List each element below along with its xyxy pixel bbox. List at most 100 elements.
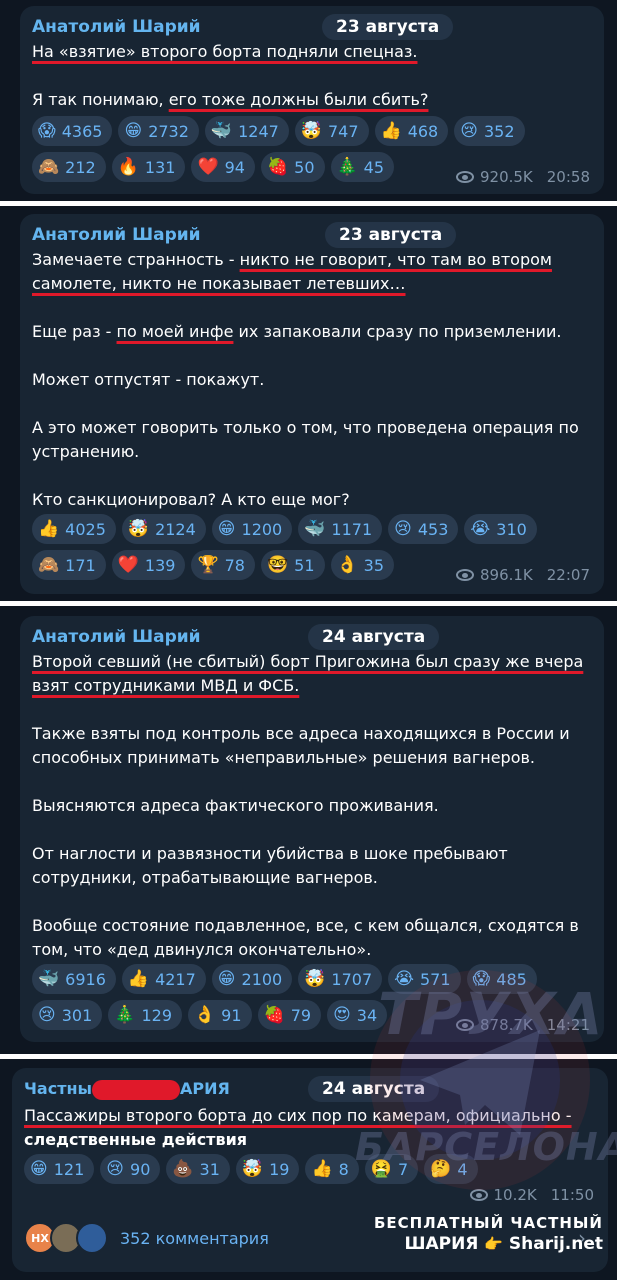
reaction-pill[interactable]: 🐳 1171	[298, 514, 383, 544]
reaction-emoji-icon: 🎄	[114, 1005, 136, 1025]
reaction-emoji-icon: 🍓	[266, 157, 289, 177]
reaction-count: 1171	[331, 519, 373, 539]
reaction-emoji-icon: 😁	[124, 121, 143, 141]
date-badge: 24 августа	[308, 624, 440, 650]
separator	[0, 601, 617, 606]
reaction-pill[interactable]: 👌 35	[330, 550, 395, 580]
reaction-count: 2100	[241, 969, 283, 989]
text-segment: взят сотрудниками МВД и ФСБ.	[32, 676, 300, 695]
reaction-pill[interactable]: 🤯 19	[235, 1154, 300, 1184]
reaction-count: 301	[61, 1005, 93, 1025]
eye-icon	[455, 171, 474, 183]
reaction-emoji-icon: 🎄	[336, 157, 358, 177]
reaction-count: 8	[338, 1159, 349, 1179]
reaction-emoji-icon: 😁	[30, 1159, 48, 1179]
text-line: взят сотрудниками МВД и ФСБ.	[32, 674, 592, 698]
post-author[interactable]: Частны АРИЯ	[24, 1078, 230, 1100]
reaction-count: 4217	[155, 969, 196, 989]
text-line: устранению.	[32, 440, 592, 464]
text-segment: по моей инфе	[116, 322, 234, 341]
reaction-pill[interactable]: 😁 2732	[118, 116, 199, 146]
post-text: Второй севший (не сбитый) борт Пригожина…	[32, 650, 592, 962]
reaction-count: 212	[65, 157, 96, 177]
credit-site: Sharij.net	[508, 1234, 603, 1254]
reaction-pill[interactable]: 🍓 79	[257, 1000, 322, 1030]
text-segment: Еще раз -	[32, 322, 117, 341]
reaction-pill[interactable]: 🐳 6916	[32, 964, 116, 994]
credit-line2: ШАРИЯ 👉 Sharij.net	[374, 1234, 603, 1254]
reaction-emoji-icon: 🤯	[300, 121, 322, 141]
text-segment: Пассажиры второго борта до сих пор по ка…	[24, 1106, 572, 1125]
post-time: 22:07	[546, 566, 590, 584]
reaction-emoji-icon: 😭	[470, 519, 491, 539]
reaction-pill[interactable]: 👍 8	[305, 1154, 359, 1184]
reaction-pill[interactable]: ❤️ 139	[111, 550, 186, 580]
reaction-pill[interactable]: 🏆 78	[191, 550, 255, 580]
reaction-count: 121	[53, 1159, 85, 1179]
credit-line1: БЕСПЛАТНЫЙ ЧАСТНЫЙ	[373, 1214, 603, 1232]
reaction-pill[interactable]: 😁 2100	[211, 964, 293, 994]
reaction-pill[interactable]: 🎄 45	[330, 152, 395, 182]
reaction-pill[interactable]: 😢 301	[32, 1000, 103, 1030]
reaction-count: 171	[65, 555, 96, 575]
reaction-pill[interactable]: 👍 468	[374, 116, 449, 146]
watermark-text: БАРСЕЛОНА	[355, 1125, 617, 1169]
post-author[interactable]: Анатолий Шарий	[32, 224, 201, 246]
text-line: способных принимать «неправильные» решен…	[32, 746, 592, 770]
reaction-pill[interactable]: 🤯 2124	[121, 514, 206, 544]
reaction-pill[interactable]: ❤️ 94	[191, 152, 255, 182]
text-segment: От наглости и развязности убийства в шок…	[32, 844, 508, 863]
reaction-count: 6916	[65, 969, 106, 989]
text-segment: Второй севший (не сбитый) борт Пригожина…	[32, 652, 584, 671]
reaction-pill[interactable]: 🙈 212	[32, 152, 106, 182]
reaction-pill[interactable]: 🤯 1707	[298, 964, 383, 994]
text-line: Замечаете странность - никто не говорит,…	[32, 248, 592, 272]
views-count: 896.1K	[479, 566, 533, 584]
reaction-pill[interactable]: 💩 31	[166, 1154, 230, 1184]
reaction-pill[interactable]: 😢 352	[454, 116, 525, 146]
post-author[interactable]: Анатолий Шарий	[32, 626, 201, 648]
reaction-pill[interactable]: 🐳 1247	[204, 116, 289, 146]
text-segment: Также взяты под контроль все адреса нахо…	[32, 724, 570, 743]
reaction-pill[interactable]: 😢 90	[100, 1154, 161, 1184]
reaction-pill[interactable]: 😢 453	[388, 514, 459, 544]
text-line: От наглости и развязности убийства в шок…	[32, 842, 592, 866]
reaction-pill[interactable]: 🔥 131	[111, 152, 186, 182]
reaction-pill[interactable]: 👌 91	[188, 1000, 252, 1030]
reaction-pill[interactable]: 🍓 50	[260, 152, 325, 182]
post-author[interactable]: Анатолий Шарий	[32, 16, 201, 38]
reaction-emoji-icon: 😢	[460, 121, 478, 141]
reaction-pill[interactable]: 😁 1200	[211, 514, 293, 544]
eye-icon	[455, 569, 474, 581]
reaction-count: 453	[417, 519, 449, 539]
text-line: Вообще состояние подавленное, все, с кем…	[32, 914, 592, 938]
reaction-emoji-icon: 😢	[106, 1159, 125, 1179]
text-line: самолете, никто не показывает летевших…	[32, 272, 592, 296]
reaction-emoji-icon: ❤️	[197, 157, 219, 177]
reaction-pill[interactable]: 🎄 129	[108, 1000, 182, 1030]
reaction-emoji-icon: 🤯	[304, 969, 326, 989]
reaction-pill[interactable]: 👍 4217	[121, 964, 206, 994]
text-line: сотрудники, отрабатывающие вагнеров.	[32, 866, 592, 890]
reaction-pill[interactable]: 🤯 747	[294, 116, 369, 146]
text-segment: Вообще состояние подавленное, все, с кем…	[32, 916, 579, 935]
reaction-pill[interactable]: 🤓 51	[260, 550, 325, 580]
reaction-emoji-icon: 🤯	[127, 519, 150, 539]
reaction-pill[interactable]: 👍 4025	[32, 514, 116, 544]
reaction-pill[interactable]: 🙈 171	[32, 550, 106, 580]
reaction-count: 1247	[238, 121, 279, 141]
reaction-pill[interactable]: 😱 4365	[32, 116, 113, 146]
redaction-mark	[92, 1079, 181, 1100]
reaction-pill[interactable]: 😁 121	[24, 1154, 95, 1184]
reaction-count: 129	[141, 1005, 172, 1025]
comments-count[interactable]: 352 комментария	[120, 1229, 269, 1248]
eye-icon	[469, 1189, 488, 1201]
reaction-emoji-icon: 👍	[380, 121, 402, 141]
reaction-pill[interactable]: 😭 310	[464, 514, 537, 544]
reaction-emoji-icon: 🍓	[263, 1005, 285, 1025]
reaction-emoji-icon: 🤓	[266, 555, 289, 575]
post-time: 20:58	[546, 168, 590, 186]
credit-name: ШАРИЯ	[404, 1234, 479, 1254]
